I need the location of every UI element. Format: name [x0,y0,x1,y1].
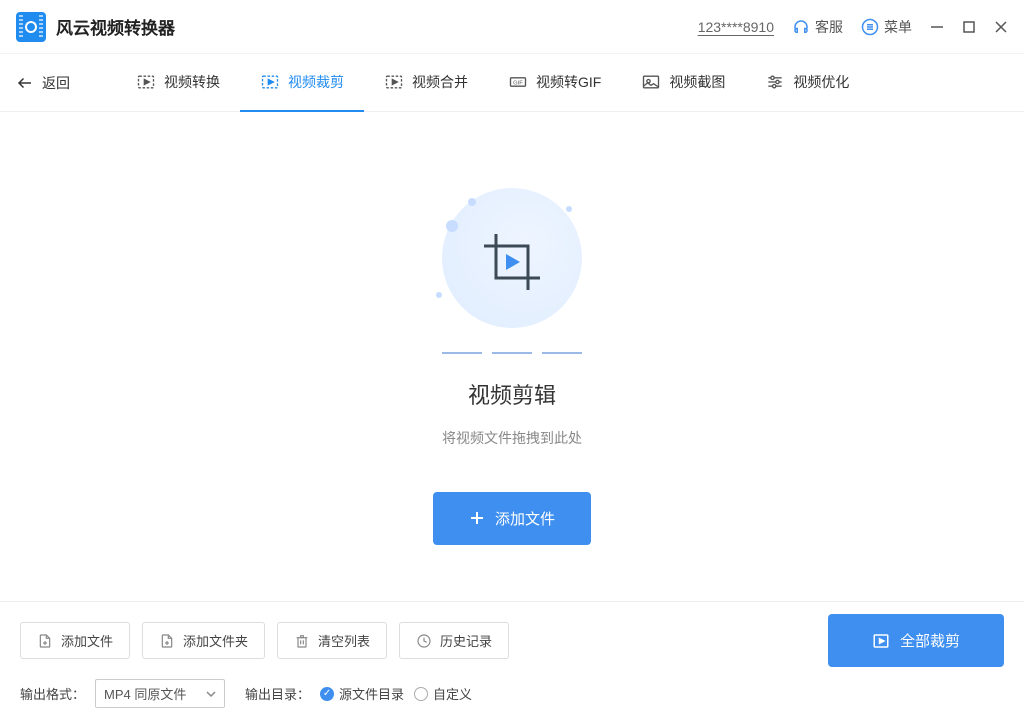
main-drop-area[interactable]: 视频剪辑 将视频文件拖拽到此处 添加文件 [0,112,1024,614]
sliders-icon [765,72,785,92]
maximize-button[interactable] [962,20,976,34]
tabbar: 返回 视频转换 视频裁剪 视频合并 GIF 视频转GIF 视频截图 视频优化 [0,54,1024,112]
app-title: 风云视频转换器 [56,14,175,39]
radio-icon [414,687,428,701]
add-file-button-primary[interactable]: 添加文件 [433,492,591,545]
menu-label: 菜单 [884,17,912,37]
main-subtitle: 将视频文件拖拽到此处 [442,428,582,448]
tab-crop[interactable]: 视频裁剪 [240,54,364,112]
tab-label: 视频裁剪 [288,72,344,92]
tab-screenshot[interactable]: 视频截图 [621,54,745,112]
menu-list-icon [861,18,879,36]
crop-play-icon [260,72,280,92]
history-button[interactable]: 历史记录 [399,622,509,659]
decorative-dashes [442,352,582,354]
merge-icon [384,72,404,92]
tab-gif[interactable]: GIF 视频转GIF [488,54,621,112]
support-button[interactable]: 客服 [792,17,843,37]
footer: 添加文件 添加文件夹 清空列表 历史记录 全部裁剪 输出格式： MP4 同原文件… [0,601,1024,720]
output-dir-label: 输出目录： [245,684,310,703]
titlebar: 风云视频转换器 123****8910 客服 菜单 [0,0,1024,54]
plus-icon [469,510,485,526]
tab-label: 视频截图 [669,72,725,92]
user-id-link[interactable]: 123****8910 [698,19,774,35]
crop-icon [476,226,548,298]
tab-optimize[interactable]: 视频优化 [745,54,869,112]
output-format-select[interactable]: MP4 同原文件 [95,679,225,708]
gif-icon: GIF [508,72,528,92]
add-file-label: 添加文件 [495,508,555,529]
tab-convert[interactable]: 视频转换 [116,54,240,112]
convert-icon [136,72,156,92]
folder-plus-icon [159,633,175,649]
svg-text:GIF: GIF [513,80,523,86]
trash-icon [294,633,310,649]
play-box-icon [872,632,890,650]
radio-icon [320,687,334,701]
empty-illustration [432,182,592,342]
back-button[interactable]: 返回 [16,73,70,93]
screenshot-icon [641,72,661,92]
chevron-down-icon [206,689,216,699]
add-file-button[interactable]: 添加文件 [20,622,130,659]
output-format-value: MP4 同原文件 [104,684,186,703]
back-label: 返回 [42,73,70,93]
crop-all-button[interactable]: 全部裁剪 [828,614,1004,667]
main-title: 视频剪辑 [468,378,556,410]
tab-label: 视频转换 [164,72,220,92]
clock-icon [416,633,432,649]
arrow-left-icon [16,74,34,92]
headset-icon [792,18,810,36]
output-dir-source-radio[interactable]: 源文件目录 [320,684,404,703]
close-button[interactable] [994,20,1008,34]
support-label: 客服 [815,17,843,37]
tab-label: 视频优化 [793,72,849,92]
add-folder-button[interactable]: 添加文件夹 [142,622,265,659]
output-dir-custom-radio[interactable]: 自定义 [414,684,472,703]
app-logo-icon [16,12,46,42]
clear-list-button[interactable]: 清空列表 [277,622,387,659]
tab-label: 视频转GIF [536,72,601,92]
output-format-label: 输出格式： [20,684,85,703]
tab-label: 视频合并 [412,72,468,92]
menu-button[interactable]: 菜单 [861,17,912,37]
file-plus-icon [37,633,53,649]
tab-merge[interactable]: 视频合并 [364,54,488,112]
minimize-button[interactable] [930,20,944,34]
